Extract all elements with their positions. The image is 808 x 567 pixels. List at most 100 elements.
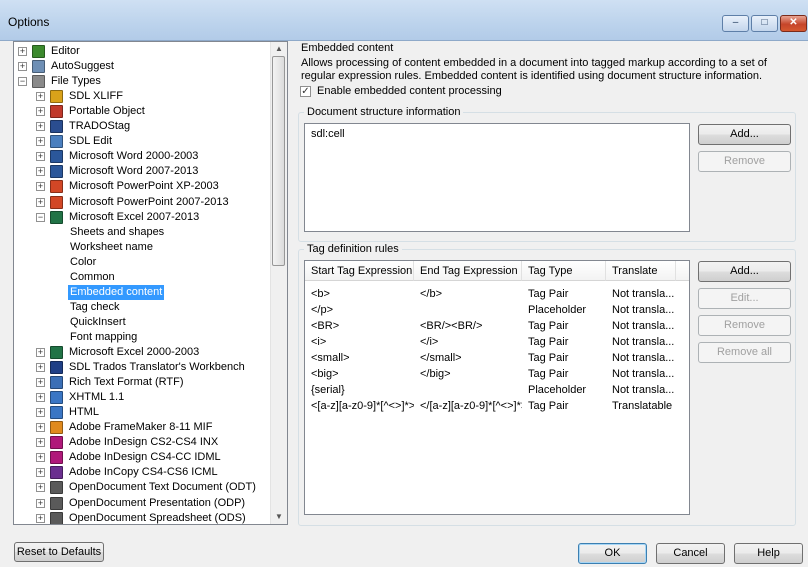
tree-item[interactable]: + OpenDocument Text Document (ODT) (14, 480, 269, 495)
expand-icon[interactable]: + (36, 92, 45, 102)
options-tree[interactable]: ▲ ▼ + Editor + AutoSuggest − File Types + SDL X… (13, 41, 288, 525)
reset-defaults-button[interactable]: Reset to Defaults (14, 542, 104, 562)
start-tag-cell: <i> (311, 336, 327, 348)
cancel-button[interactable]: Cancel (656, 543, 725, 564)
document-structure-list[interactable]: sdl:cell (304, 123, 690, 232)
collapse-icon[interactable]: − (18, 77, 27, 87)
tree-item[interactable]: + Editor (14, 44, 269, 59)
tree-item[interactable]: + Adobe InDesign CS4-CC IDML (14, 450, 269, 465)
xhtml-icon (50, 391, 63, 405)
tree-item[interactable]: + Adobe FrameMaker 8-11 MIF (14, 420, 269, 435)
expand-icon[interactable]: + (18, 47, 27, 56)
tree-item[interactable]: + AutoSuggest (14, 59, 269, 74)
expand-icon[interactable]: + (36, 498, 45, 508)
scroll-down-arrow[interactable]: ▼ (275, 512, 283, 521)
structure-item[interactable]: sdl:cell (305, 126, 345, 142)
col-end-tag[interactable]: End Tag Expression (414, 261, 522, 281)
expand-icon[interactable]: + (36, 378, 45, 388)
expand-icon[interactable]: + (36, 408, 45, 418)
tree-item[interactable]: + SDL Edit (14, 134, 269, 149)
expand-icon[interactable]: + (36, 393, 45, 403)
tree-item[interactable]: + Portable Object (14, 104, 269, 119)
col-start-tag[interactable]: Start Tag Expression (305, 261, 414, 281)
tag-rules-table[interactable]: Start Tag Expression End Tag Expression … (304, 260, 690, 515)
expand-icon[interactable]: + (36, 363, 45, 373)
tree-scrollbar[interactable]: ▲ ▼ (270, 42, 287, 524)
expand-icon[interactable]: + (36, 182, 45, 192)
tree-item[interactable]: Embedded content (14, 284, 269, 300)
scroll-up-arrow[interactable]: ▲ (275, 44, 283, 53)
tree-item[interactable]: + Microsoft Word 2000-2003 (14, 149, 269, 164)
tree-item[interactable]: + XHTML 1.1 (14, 390, 269, 405)
expand-icon[interactable]: + (36, 483, 45, 493)
rule-row[interactable]: <[a-z][a-z0-9]*[^<>]*> </[a-z][a-z0-9]*[^… (305, 398, 689, 414)
tree-item[interactable]: + SDL XLIFF (14, 89, 269, 104)
col-tag-type[interactable]: Tag Type (522, 261, 606, 281)
tree-item[interactable]: Sheets and shapes (14, 225, 269, 240)
enable-embedded-checkbox[interactable]: ✓ (300, 86, 311, 97)
tree-item-label: Adobe FrameMaker 8-11 MIF (69, 421, 213, 434)
tree-item[interactable]: + Microsoft Word 2007-2013 (14, 164, 269, 179)
expand-icon[interactable]: + (36, 107, 45, 117)
rules-remove-all-button[interactable]: Remove all (698, 342, 791, 363)
tree-item[interactable]: + HTML (14, 405, 269, 420)
translate-cell: Translatable (612, 400, 673, 412)
expand-icon[interactable]: + (36, 167, 45, 177)
tree-item[interactable]: Tag check (14, 300, 269, 315)
expand-icon[interactable]: + (36, 152, 45, 162)
tree-item[interactable]: + Adobe InCopy CS4-CS6 ICML (14, 465, 269, 480)
tree-item-label: OpenDocument Spreadsheet (ODS) (69, 511, 246, 524)
expand-icon[interactable]: + (18, 62, 27, 72)
tree-item[interactable]: + OpenDocument Presentation (ODP) (14, 496, 269, 511)
expand-icon[interactable]: + (36, 122, 45, 132)
tree-item[interactable]: + Microsoft PowerPoint 2007-2013 (14, 195, 269, 210)
expand-icon[interactable]: + (36, 348, 45, 357)
tree-item[interactable]: Worksheet name (14, 240, 269, 255)
scroll-thumb[interactable] (272, 56, 285, 266)
col-filler (676, 261, 689, 281)
rules-remove-button[interactable]: Remove (698, 315, 791, 336)
expand-icon[interactable]: + (36, 423, 45, 433)
help-button[interactable]: Help (734, 543, 803, 564)
maximize-button[interactable]: □ (751, 15, 778, 32)
tree-item[interactable]: Color (14, 255, 269, 270)
rule-row[interactable]: <big> </big> Tag Pair Not transla... (305, 366, 689, 382)
tree-item[interactable]: + Microsoft Excel 2000-2003 (14, 345, 269, 360)
tree-item[interactable]: QuickInsert (14, 315, 269, 330)
tree-item[interactable]: + Adobe InDesign CS2-CS4 INX (14, 435, 269, 450)
structure-remove-button[interactable]: Remove (698, 151, 791, 172)
tree-item[interactable]: + SDL Trados Translator's Workbench (14, 360, 269, 375)
rules-add-button[interactable]: Add... (698, 261, 791, 282)
expand-icon[interactable]: + (36, 438, 45, 448)
tree-item[interactable]: + Microsoft PowerPoint XP-2003 (14, 179, 269, 194)
tree-item[interactable]: Font mapping (14, 330, 269, 345)
col-translate[interactable]: Translate (606, 261, 676, 281)
expand-icon[interactable]: + (36, 513, 45, 523)
expand-icon[interactable]: + (36, 137, 45, 147)
tree-item-label: TRADOStag (69, 120, 131, 133)
tree-item[interactable]: + Rich Text Format (RTF) (14, 375, 269, 390)
tag-type-cell: Tag Pair (528, 336, 569, 348)
tree-item[interactable]: Common (14, 270, 269, 285)
ok-button[interactable]: OK (578, 543, 647, 564)
rules-edit-button[interactable]: Edit... (698, 288, 791, 309)
tree-item[interactable]: − File Types (14, 74, 269, 89)
structure-add-button[interactable]: Add... (698, 124, 791, 145)
tree-item[interactable]: + TRADOStag (14, 119, 269, 134)
end-tag-cell: <BR/><BR/> (420, 320, 483, 332)
expand-icon[interactable]: + (36, 468, 45, 478)
tree-item[interactable]: − Microsoft Excel 2007-2013 (14, 210, 269, 225)
tree-item[interactable]: + OpenDocument Spreadsheet (ODS) (14, 511, 269, 524)
rule-row[interactable]: <b> </b> Tag Pair Not transla... (305, 286, 689, 302)
expand-icon[interactable]: + (36, 453, 45, 463)
rule-row[interactable]: {serial} Placeholder Not transla... (305, 382, 689, 398)
rule-row[interactable]: <BR> <BR/><BR/> Tag Pair Not transla... (305, 318, 689, 334)
rule-row[interactable]: <small> </small> Tag Pair Not transla... (305, 350, 689, 366)
expand-icon[interactable]: + (36, 197, 45, 207)
rule-row[interactable]: <i> </i> Tag Pair Not transla... (305, 334, 689, 350)
translate-cell: Not transla... (612, 288, 675, 300)
minimize-button[interactable]: – (722, 15, 749, 32)
rule-row[interactable]: </p> Placeholder Not transla... (305, 302, 689, 318)
close-button[interactable]: ✕ (780, 15, 807, 32)
collapse-icon[interactable]: − (36, 212, 45, 222)
